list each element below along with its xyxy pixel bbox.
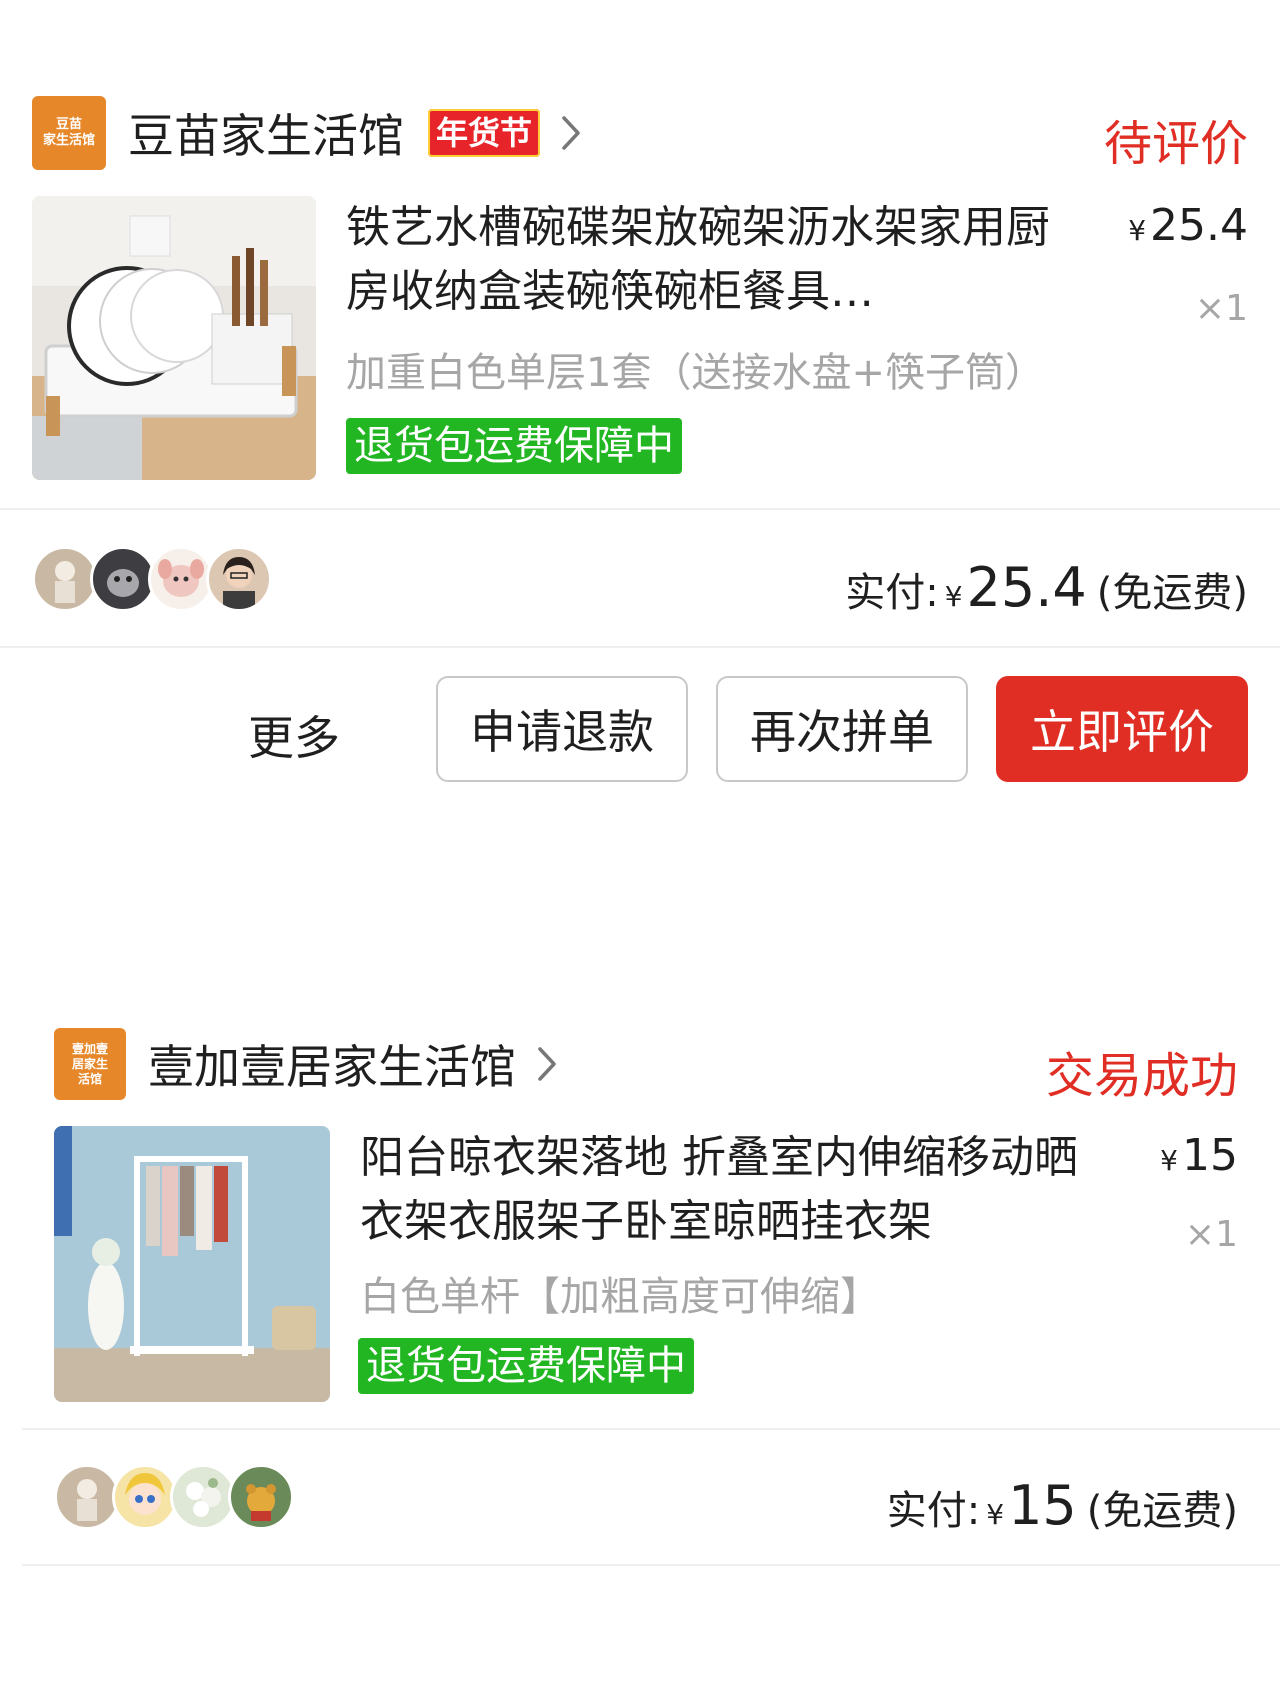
- product-quantity: ×1: [1194, 288, 1248, 329]
- clothes-rack-photo: [54, 1126, 330, 1402]
- shop-header[interactable]: 豆苗 家生活馆 豆苗家生活馆 年货节: [32, 96, 586, 170]
- product-thumbnail[interactable]: [32, 196, 316, 480]
- currency-symbol: ¥: [1160, 1144, 1178, 1177]
- shop-name[interactable]: 壹加壹居家生活馆: [148, 1031, 516, 1097]
- price-value: 15: [1182, 1130, 1238, 1181]
- product-price: ¥15: [1160, 1130, 1238, 1181]
- group-avatars: [54, 1464, 294, 1530]
- chevron-right-icon[interactable]: [560, 112, 586, 154]
- divider: [0, 646, 1280, 648]
- shop-header[interactable]: 壹加壹 居家生 活馆 壹加壹居家生活馆: [54, 1028, 562, 1100]
- currency-symbol: ¥: [986, 1498, 1005, 1531]
- payment-summary: 实付: ¥ 15 (免运费): [887, 1474, 1238, 1537]
- divider: [22, 1564, 1280, 1566]
- product-thumbnail[interactable]: [54, 1126, 330, 1402]
- order-status: 待评价: [1103, 116, 1248, 172]
- dish-rack-photo: [32, 196, 316, 480]
- avatar: [170, 1464, 236, 1530]
- avatar: [148, 546, 214, 612]
- group-avatars: [32, 546, 272, 612]
- product-title[interactable]: 铁艺水槽碗碟架放碗架沥水架家用厨房收纳盒装碗筷碗柜餐具…: [346, 196, 1066, 324]
- product-price: ¥25.4: [1128, 200, 1248, 251]
- avatar: [54, 1464, 120, 1530]
- refund-button[interactable]: 申请退款: [436, 676, 688, 782]
- avatar: [32, 546, 98, 612]
- avatar: [228, 1464, 294, 1530]
- shop-logo: 豆苗 家生活馆: [32, 96, 106, 170]
- avatar: [206, 546, 272, 612]
- product-spec: 白色单杆【加粗高度可伸缩】: [360, 1274, 880, 1320]
- order-list: 豆苗 家生活馆 豆苗家生活馆 年货节 待评价 铁艺水槽碗碟架放碗架沥水架家用厨房…: [0, 0, 1280, 1706]
- avatar: [112, 1464, 178, 1530]
- reorder-button[interactable]: 再次拼单: [716, 676, 968, 782]
- product-title[interactable]: 阳台晾衣架落地 折叠室内伸缩移动晒衣架衣服架子卧室晾晒挂衣架: [360, 1126, 1120, 1254]
- shop-logo-text: 居家生: [71, 1056, 108, 1071]
- product-spec: 加重白色单层1套（送接水盘+筷子筒）: [346, 350, 1045, 396]
- payment-label: 实付:: [886, 1488, 981, 1534]
- shop-logo-text: 家生活馆: [42, 133, 95, 148]
- shop-logo-text: 活馆: [77, 1071, 102, 1086]
- shop-logo-text: 壹加壹: [71, 1041, 108, 1056]
- shipping-note: (免运费): [1086, 1488, 1238, 1534]
- more-button[interactable]: 更多: [248, 702, 340, 768]
- return-shipping-badge: 退货包运费保障中: [346, 418, 682, 474]
- order-status: 交易成功: [1045, 1048, 1238, 1104]
- shop-logo: 壹加壹 居家生 活馆: [54, 1028, 126, 1100]
- shop-logo-text: 豆苗: [55, 117, 82, 132]
- shipping-note: (免运费): [1096, 570, 1248, 616]
- avatar: [90, 546, 156, 612]
- currency-symbol: ¥: [1128, 214, 1147, 247]
- divider: [22, 1428, 1280, 1430]
- payment-amount: 25.4: [966, 556, 1087, 619]
- return-shipping-badge: 退货包运费保障中: [358, 1338, 694, 1394]
- payment-summary: 实付: ¥ 25.4 (免运费): [845, 556, 1248, 619]
- payment-label: 实付:: [845, 570, 939, 616]
- payment-amount: 15: [1008, 1474, 1077, 1537]
- promo-tag: 年货节: [428, 109, 541, 157]
- price-value: 25.4: [1150, 200, 1248, 251]
- divider: [0, 508, 1280, 510]
- product-quantity: ×1: [1184, 1214, 1238, 1255]
- review-button[interactable]: 立即评价: [996, 676, 1248, 782]
- chevron-right-icon[interactable]: [536, 1043, 562, 1085]
- currency-symbol: ¥: [944, 580, 963, 613]
- shop-name[interactable]: 豆苗家生活馆: [128, 100, 404, 166]
